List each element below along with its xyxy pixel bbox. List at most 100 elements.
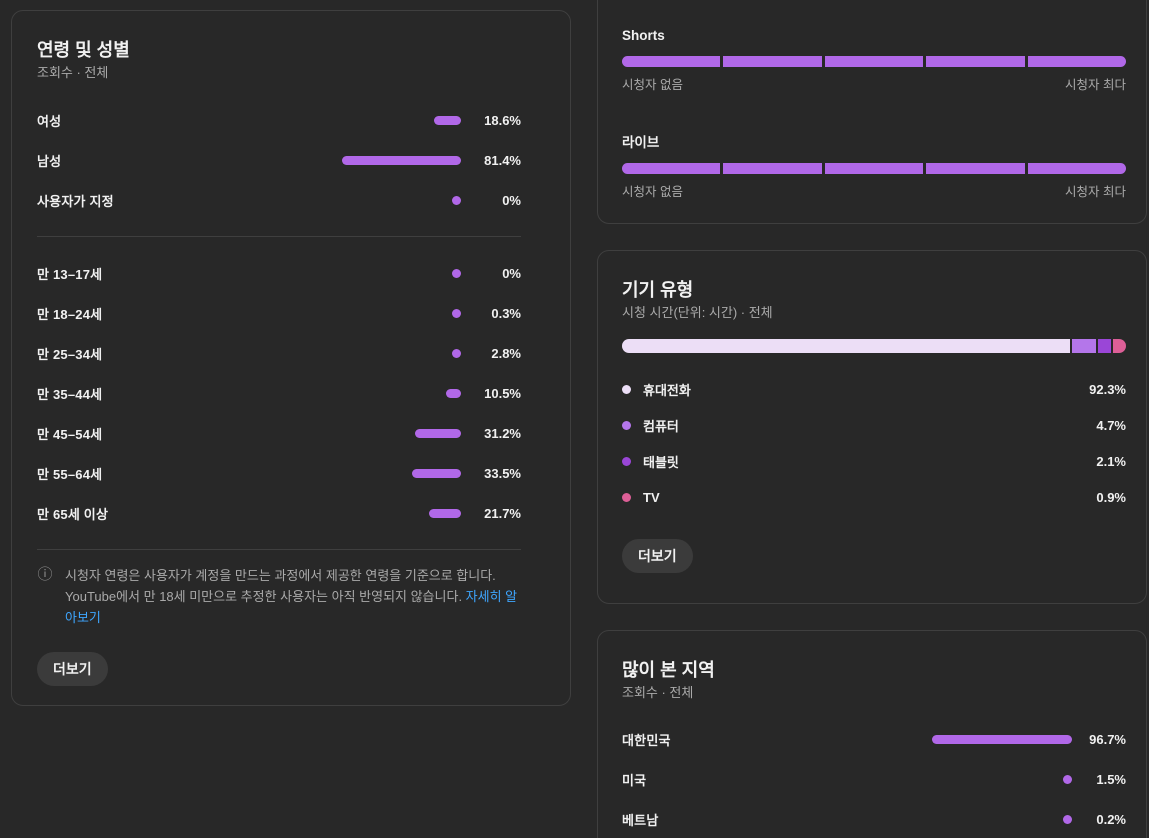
legend-value: 2.1% (1096, 454, 1126, 469)
stat-bar-zone (315, 309, 461, 318)
age-rows: 만 13–17세 0% 만 18–24세 0.3% 만 25–34세 2.8% … (37, 253, 521, 533)
discovery-scale-min-label: 시청자 없음 (622, 78, 683, 93)
age-disclaimer-text: 시청자 연령은 사용자가 계정을 만드는 과정에서 제공한 연령을 기준으로 합… (65, 565, 521, 628)
geo-rows: 대한민국 96.7% 미국 1.5% 베트남 0.2% (622, 719, 1126, 838)
discovery-section: Shorts 시청자 없음 시청자 최다 (622, 28, 1126, 93)
stat-row: 만 45–54세 31.2% (37, 413, 521, 453)
stat-bar (434, 116, 461, 125)
geo-card-subtitle: 조회수 · 전체 (622, 685, 1126, 701)
stat-row-label: 만 13–17세 (37, 264, 315, 283)
legend-row: 휴대전화 92.3% (622, 371, 1126, 407)
stat-row-value: 31.2% (461, 426, 521, 441)
age-gender-more-button[interactable]: 더보기 (37, 652, 108, 686)
age-gender-card-subtitle: 조회수 · 전체 (37, 65, 521, 81)
legend-value: 0.9% (1096, 490, 1126, 505)
stat-row: 만 13–17세 0% (37, 253, 521, 293)
device-more-button[interactable]: 더보기 (622, 539, 693, 573)
stat-bar (415, 429, 461, 438)
stat-row-value: 2.8% (461, 346, 521, 361)
stat-row-value: 21.7% (461, 506, 521, 521)
stat-bar-zone (315, 469, 461, 478)
info-icon: ⓘ (37, 567, 53, 583)
discovery-bar-scale: 시청자 없음 시청자 최다 (622, 78, 1126, 93)
stat-bar-zone (927, 815, 1072, 824)
legend-dot-icon (622, 421, 631, 430)
stat-row: 만 35–44세 10.5% (37, 373, 521, 413)
device-type-card: 기기 유형 시청 시간(단위: 시간) · 전체 휴대전화 92.3% 컴퓨터 … (597, 250, 1147, 604)
stat-row: 여성 18.6% (37, 100, 521, 140)
stat-row: 만 55–64세 33.5% (37, 453, 521, 493)
legend-dot-icon (622, 457, 631, 466)
geo-card-title: 많이 본 지역 (622, 658, 1126, 682)
stat-row-label: 만 35–44세 (37, 384, 315, 403)
stat-bar (412, 469, 461, 478)
legend-dot-icon (622, 385, 631, 394)
stat-row-value: 81.4% (461, 153, 521, 168)
stat-bar-zone (315, 509, 461, 518)
discovery-scale-max-label: 시청자 최다 (1065, 185, 1126, 200)
device-bar-segment (1072, 339, 1096, 353)
stat-bar-zone (315, 156, 461, 165)
discovery-intensity-bar (622, 163, 1126, 174)
stat-bar (452, 269, 461, 278)
stat-bar (452, 309, 461, 318)
stat-row-label: 대한민국 (622, 730, 927, 749)
stat-row-value: 96.7% (1072, 732, 1126, 747)
stat-row-label: 사용자가 지정 (37, 191, 315, 210)
age-disclaimer-note: ⓘ 시청자 연령은 사용자가 계정을 만드는 과정에서 제공한 연령을 기준으로… (37, 565, 521, 628)
intensity-segment (1028, 163, 1126, 174)
stat-row-value: 1.5% (1072, 772, 1126, 787)
stat-row-value: 33.5% (461, 466, 521, 481)
intensity-segment (926, 163, 1024, 174)
stat-row-value: 0.3% (461, 306, 521, 321)
device-bar-segment (1098, 339, 1111, 353)
intensity-segment (926, 56, 1024, 67)
stat-row: 만 25–34세 2.8% (37, 333, 521, 373)
stat-row-label: 베트남 (622, 810, 927, 829)
stat-bar-zone (315, 349, 461, 358)
stat-bar (932, 735, 1072, 744)
stat-row-label: 만 65세 이상 (37, 504, 315, 523)
device-bar-segment (1113, 339, 1126, 353)
stat-bar-zone (315, 429, 461, 438)
stat-row-value: 18.6% (461, 113, 521, 128)
discovery-section-label: 라이브 (622, 135, 1126, 151)
stat-bar-zone (315, 116, 461, 125)
stat-bar (1063, 775, 1072, 784)
stat-row-value: 10.5% (461, 386, 521, 401)
stat-bar-zone (927, 775, 1072, 784)
stat-row-label: 만 45–54세 (37, 424, 315, 443)
intensity-segment (825, 163, 923, 174)
stat-bar-zone (315, 196, 461, 205)
age-gender-card: 연령 및 성별 조회수 · 전체 여성 18.6% 남성 81.4% 사용자가 … (11, 10, 571, 706)
stat-row-value: 0.2% (1072, 812, 1126, 827)
discovery-card: Shorts 시청자 없음 시청자 최다 라이브 시청자 없음 시청자 최다 (597, 0, 1147, 224)
legend-label: TV (643, 490, 1096, 505)
legend-row: TV 0.9% (622, 479, 1126, 515)
stat-row-label: 만 55–64세 (37, 464, 315, 483)
stat-row-label: 만 25–34세 (37, 344, 315, 363)
stat-bar (429, 509, 461, 518)
discovery-scale-min-label: 시청자 없음 (622, 185, 683, 200)
stat-bar (452, 196, 461, 205)
stat-row: 베트남 0.2% (622, 799, 1126, 838)
intensity-segment (723, 56, 821, 67)
age-gender-card-title: 연령 및 성별 (37, 38, 521, 62)
legend-value: 4.7% (1096, 418, 1126, 433)
intensity-segment (723, 163, 821, 174)
stat-bar (452, 349, 461, 358)
stat-bar (342, 156, 461, 165)
legend-label: 휴대전화 (643, 380, 1089, 399)
divider (37, 549, 521, 550)
stat-row: 남성 81.4% (37, 140, 521, 180)
stat-bar-zone (315, 269, 461, 278)
device-card-subtitle: 시청 시간(단위: 시간) · 전체 (622, 305, 1126, 321)
age-disclaimer-body: 시청자 연령은 사용자가 계정을 만드는 과정에서 제공한 연령을 기준으로 합… (65, 568, 496, 604)
stat-row-label: 만 18–24세 (37, 304, 315, 323)
device-bar-segment (622, 339, 1070, 353)
device-card-title: 기기 유형 (622, 278, 1126, 302)
discovery-scale-max-label: 시청자 최다 (1065, 78, 1126, 93)
stat-row: 만 65세 이상 21.7% (37, 493, 521, 533)
top-geographies-card: 많이 본 지역 조회수 · 전체 대한민국 96.7% 미국 1.5% 베트남 … (597, 630, 1147, 838)
stat-row: 사용자가 지정 0% (37, 180, 521, 220)
